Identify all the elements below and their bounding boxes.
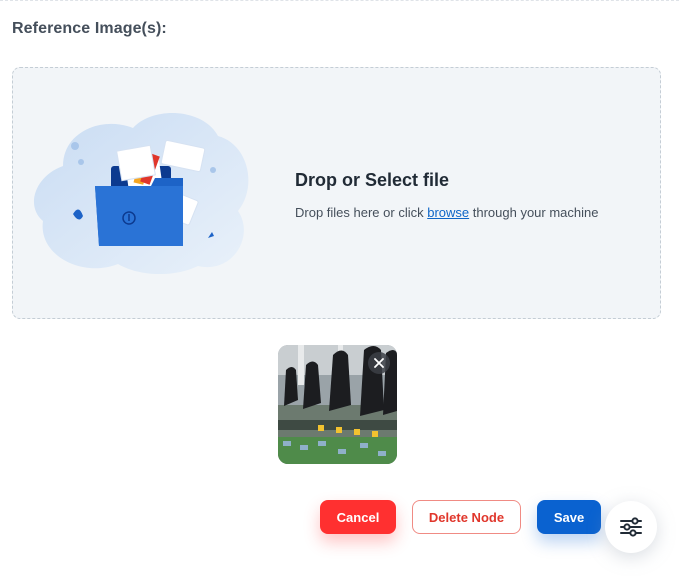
- sliders-icon: [620, 517, 642, 537]
- delete-node-button[interactable]: Delete Node: [412, 500, 521, 534]
- top-divider: [0, 0, 679, 1]
- close-icon: [374, 358, 384, 368]
- save-button[interactable]: Save: [537, 500, 601, 534]
- dropzone-hint: Drop files here or click browse through …: [295, 205, 599, 220]
- browse-link[interactable]: browse: [427, 205, 469, 220]
- dropzone-title: Drop or Select file: [295, 170, 450, 190]
- file-dropzone[interactable]: Drop or Select file Drop files here or c…: [12, 67, 661, 319]
- dropzone-hint-prefix: Drop files here or click: [295, 205, 428, 220]
- remove-image-button[interactable]: [368, 352, 390, 374]
- settings-fab-button[interactable]: [605, 501, 657, 553]
- upload-folder-illustration: [33, 113, 249, 275]
- dropzone-hint-suffix: through your machine: [469, 205, 599, 220]
- reference-images-label: Reference Image(s):: [12, 20, 167, 37]
- cancel-button[interactable]: Cancel: [320, 500, 396, 534]
